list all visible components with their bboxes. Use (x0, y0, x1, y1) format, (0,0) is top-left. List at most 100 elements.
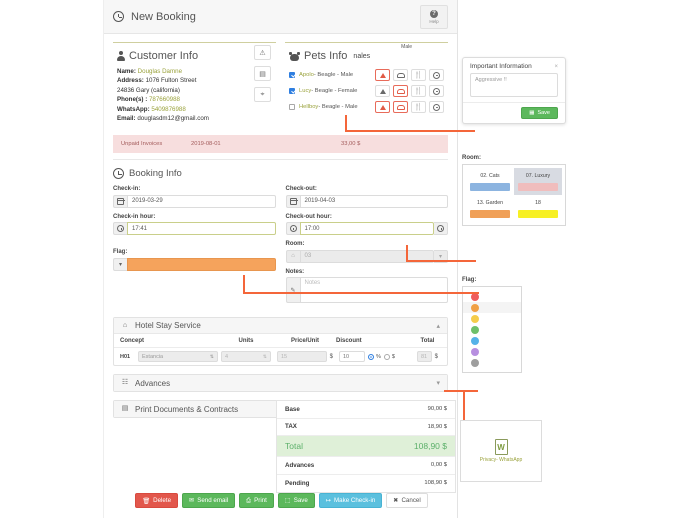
make-checkin-button[interactable]: ↦ Make Check-in (318, 493, 383, 508)
printer-icon: ⎙ (246, 496, 252, 504)
important-information-textarea[interactable]: Aggressive !! (470, 73, 558, 97)
warning-icon[interactable] (375, 69, 390, 81)
flag-option-purple[interactable] (463, 346, 521, 357)
customer-address-row: Address: 1076 Fulton Street (117, 76, 272, 85)
discount-input[interactable]: 10 (339, 351, 365, 363)
checkout-hour-input[interactable]: 17:00 (299, 222, 434, 236)
room-cell[interactable]: 13. Garden (466, 195, 514, 222)
column-discount: Discount (336, 337, 362, 344)
customer-phones-value: 787660988 (148, 96, 180, 104)
room-color-bar (470, 183, 510, 191)
bed-icon[interactable] (393, 85, 408, 97)
pet-checkbox[interactable] (289, 88, 295, 94)
cancel-button[interactable]: ✖ Cancel (386, 493, 428, 508)
close-icon: ✖ (393, 497, 399, 504)
room-cell[interactable]: 02. Cats (466, 168, 514, 195)
hotel-stay-service-label: Hotel Stay Service (135, 321, 201, 331)
pet-checkbox[interactable] (289, 72, 295, 78)
totals-value: 108,90 $ (413, 441, 447, 451)
room-cell[interactable]: 18 (514, 195, 562, 222)
modal-save-button[interactable]: ▦ Save (521, 107, 558, 119)
flag-option-gray[interactable] (463, 357, 521, 368)
close-icon[interactable]: × (554, 64, 558, 70)
unpaid-date: 2019-08-01 (191, 141, 221, 148)
chevron-down-icon[interactable]: ▾ (436, 379, 440, 387)
checkout-input-group[interactable]: 2019-04-03 (285, 194, 448, 208)
pet-checkbox[interactable] (289, 104, 295, 110)
gear-icon[interactable] (429, 85, 444, 97)
customer-name-label: Name: (117, 68, 136, 75)
discount-mode-currency[interactable]: $ (383, 353, 395, 360)
unpaid-invoices-row[interactable]: Unpaid Invoices 2019-08-01 33,00 $ (113, 135, 448, 154)
flag-option-blue[interactable] (463, 335, 521, 346)
food-icon[interactable]: 🍴 (411, 85, 426, 97)
gear-icon[interactable] (429, 101, 444, 113)
send-email-button[interactable]: ✉ Send email (182, 493, 236, 508)
flag-color-swatch[interactable] (127, 257, 276, 271)
location-pin-icon[interactable]: ⌖ (254, 87, 271, 102)
flag-green-icon (471, 325, 479, 334)
units-input[interactable]: 4 ⇅ (221, 351, 271, 363)
footer-actions: 🗑 Delete ✉ Send email ⎙ Print ⬚ Save ↦ M… (104, 493, 459, 508)
building-icon: ⌂ (122, 321, 128, 329)
checkout-hour-input-group[interactable]: 17:00 (285, 222, 448, 236)
room-name: 02. Cats (480, 173, 500, 179)
flag-option-orange[interactable] (463, 302, 521, 313)
concept-select[interactable]: Estancia ⇅ (138, 351, 218, 363)
flag-select-group[interactable]: ▾ (113, 257, 276, 271)
list-item[interactable]: Hellboy - Beagle - Male 🍴 (289, 99, 444, 115)
notes-input-group[interactable]: ✎ Notes (285, 277, 448, 304)
hotel-stay-service-accordion: ⌂ Hotel Stay Service ▴ Concept Units Pri… (113, 317, 448, 367)
alert-icon[interactable]: ⚠ (254, 45, 271, 60)
flag-option-green[interactable] (463, 324, 521, 335)
document-card[interactable]: W Privacy- WhatsApp (460, 420, 542, 482)
radio-percent[interactable] (368, 353, 374, 360)
flag-option-yellow[interactable] (463, 313, 521, 324)
room-cell[interactable]: 07. Luxury (514, 168, 562, 195)
word-document-icon: W (494, 439, 508, 455)
delete-button[interactable]: 🗑 Delete (135, 493, 179, 508)
chevron-up-icon[interactable]: ▴ (436, 322, 440, 330)
warning-icon[interactable] (375, 85, 390, 97)
table-row: Pending 108,90 $ (277, 475, 455, 493)
customer-info-panel: Customer Info Name: Douglas Damne Addres… (113, 42, 276, 129)
checkin-input[interactable]: 2019-03-29 (127, 194, 276, 208)
pet-actions: 🍴 (375, 85, 444, 97)
bed-icon[interactable] (393, 101, 408, 113)
chart-icon[interactable]: ▤ (254, 66, 271, 81)
checkin-hour-input[interactable]: 17:41 (127, 222, 276, 236)
notes-textarea[interactable]: Notes (299, 277, 448, 304)
radio-currency[interactable] (383, 353, 390, 360)
list-item[interactable]: Apolo - Beagle - Male 🍴 (289, 67, 444, 83)
food-icon[interactable]: 🍴 (411, 101, 426, 113)
advances-header[interactable]: ☷ Advances ▾ (114, 375, 447, 392)
checkin-hour-input-group[interactable]: 17:41 (113, 222, 276, 236)
pet-detail: - Beagle - Male (313, 72, 354, 78)
checkin-input-group[interactable]: 2019-03-29 (113, 194, 276, 208)
advances-label: Advances (135, 378, 171, 388)
help-button[interactable]: ? Help (420, 4, 448, 29)
room-picker: Room: 02. Cats 07. Luxury 13. Garden 18 (462, 155, 566, 226)
bed-icon[interactable] (393, 69, 408, 81)
gear-icon[interactable] (429, 69, 444, 81)
trash-icon: 🗑 (142, 497, 151, 505)
print-button[interactable]: ⎙ Print (239, 493, 274, 508)
modal-title: Important Information (470, 63, 532, 70)
list-item[interactable]: Lucy - Beagle - Female 🍴 (289, 83, 444, 99)
clock-icon (285, 222, 300, 236)
card-icon: ☷ (121, 379, 129, 387)
warning-icon[interactable] (375, 101, 390, 113)
hotel-stay-service-header[interactable]: ⌂ Hotel Stay Service ▴ (114, 318, 447, 335)
save-button[interactable]: ⬚ Save (277, 493, 315, 508)
booking-dates-row: Check-in: 2019-03-29 Check-out: 2019-04-… (113, 186, 448, 214)
customer-whatsapp-label: WhatsApp: (117, 105, 150, 113)
word-glyph: W (497, 442, 505, 452)
price-unit-input[interactable]: 15 (277, 351, 327, 363)
chevron-down-icon[interactable]: ▾ (113, 257, 127, 271)
food-icon[interactable]: 🍴 (411, 69, 426, 81)
envelope-icon: ✉ (189, 497, 195, 504)
discount-mode-percent[interactable]: % (368, 353, 381, 360)
save-icon: ▦ (529, 110, 535, 116)
checkout-input[interactable]: 2019-04-03 (299, 194, 448, 208)
clock-picker-button[interactable] (434, 222, 448, 236)
